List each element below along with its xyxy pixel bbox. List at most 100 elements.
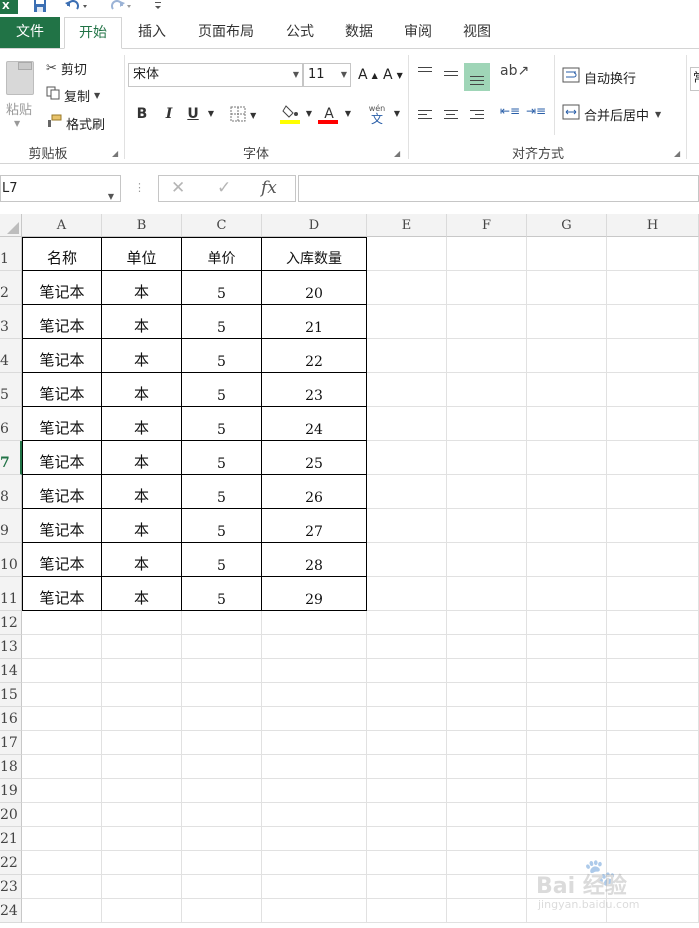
cell-a12[interactable] <box>22 611 102 635</box>
cell-c21[interactable] <box>182 827 262 851</box>
borders-button[interactable]: ▼ <box>228 103 258 125</box>
cell-a24[interactable] <box>22 899 102 923</box>
cell-d3[interactable]: 21 <box>262 305 367 339</box>
alignment-launcher-icon[interactable]: ◢ <box>674 149 680 158</box>
cell-e7[interactable] <box>367 441 447 475</box>
cell-c15[interactable] <box>182 683 262 707</box>
cell-b22[interactable] <box>102 851 182 875</box>
cell-f23[interactable] <box>447 875 527 899</box>
cell-d12[interactable] <box>262 611 367 635</box>
cell-h3[interactable] <box>607 305 699 339</box>
tab-file[interactable]: 文件 <box>0 17 60 48</box>
number-format-select[interactable]: 常 <box>690 67 699 91</box>
align-middle-button[interactable] <box>440 63 462 85</box>
row-header-22[interactable]: 22 <box>0 851 22 875</box>
merge-center-button[interactable]: 合并后居中 ▼ <box>562 103 661 125</box>
cell-f16[interactable] <box>447 707 527 731</box>
font-launcher-icon[interactable]: ◢ <box>394 149 400 158</box>
tab-formulas[interactable]: 公式 <box>278 17 322 48</box>
copy-button[interactable]: 复制 ▼ <box>46 84 100 106</box>
cell-g5[interactable] <box>527 373 607 407</box>
cell-d22[interactable] <box>262 851 367 875</box>
cell-c20[interactable] <box>182 803 262 827</box>
row-header-16[interactable]: 16 <box>0 707 22 731</box>
cell-a2[interactable]: 笔记本 <box>22 271 102 305</box>
cell-g11[interactable] <box>527 577 607 611</box>
chevron-down-icon[interactable]: ▼ <box>204 103 218 125</box>
cell-e22[interactable] <box>367 851 447 875</box>
orientation-button[interactable]: ab↗ <box>500 63 536 85</box>
cell-a1[interactable]: 名称 <box>22 237 102 271</box>
cell-e2[interactable] <box>367 271 447 305</box>
cell-h17[interactable] <box>607 731 699 755</box>
cell-h12[interactable] <box>607 611 699 635</box>
cell-f2[interactable] <box>447 271 527 305</box>
cell-d16[interactable] <box>262 707 367 731</box>
cell-g14[interactable] <box>527 659 607 683</box>
align-top-button[interactable] <box>414 63 436 85</box>
cell-a14[interactable] <box>22 659 102 683</box>
cell-a3[interactable]: 笔记本 <box>22 305 102 339</box>
cell-b12[interactable] <box>102 611 182 635</box>
cell-a17[interactable] <box>22 731 102 755</box>
cell-b23[interactable] <box>102 875 182 899</box>
cell-f3[interactable] <box>447 305 527 339</box>
cell-a20[interactable] <box>22 803 102 827</box>
cell-d10[interactable]: 28 <box>262 543 367 577</box>
cell-h16[interactable] <box>607 707 699 731</box>
customize-qat-icon[interactable] <box>150 0 166 14</box>
cell-c8[interactable]: 5 <box>182 475 262 509</box>
cell-g10[interactable] <box>527 543 607 577</box>
cell-b24[interactable] <box>102 899 182 923</box>
cell-d19[interactable] <box>262 779 367 803</box>
select-all-button[interactable] <box>0 214 22 237</box>
cell-h14[interactable] <box>607 659 699 683</box>
grow-font-button[interactable]: A ▲ <box>358 64 378 86</box>
cell-b20[interactable] <box>102 803 182 827</box>
cell-d14[interactable] <box>262 659 367 683</box>
chevron-down-icon[interactable]: ▼ <box>392 103 402 125</box>
cell-d1[interactable]: 入库数量 <box>262 237 367 271</box>
cell-e13[interactable] <box>367 635 447 659</box>
cell-c10[interactable]: 5 <box>182 543 262 577</box>
cell-f7[interactable] <box>447 441 527 475</box>
cell-h15[interactable] <box>607 683 699 707</box>
column-header-g[interactable]: G <box>527 214 607 237</box>
cell-d8[interactable]: 26 <box>262 475 367 509</box>
wrap-text-button[interactable]: 自动换行 <box>562 66 636 88</box>
bold-button[interactable]: B <box>132 103 152 125</box>
cell-f1[interactable] <box>447 237 527 271</box>
cell-b4[interactable]: 本 <box>102 339 182 373</box>
cell-b3[interactable]: 本 <box>102 305 182 339</box>
cell-g4[interactable] <box>527 339 607 373</box>
cell-b6[interactable]: 本 <box>102 407 182 441</box>
cell-g19[interactable] <box>527 779 607 803</box>
cell-e5[interactable] <box>367 373 447 407</box>
cell-c24[interactable] <box>182 899 262 923</box>
tab-page-layout[interactable]: 页面布局 <box>188 17 264 48</box>
cell-c11[interactable]: 5 <box>182 577 262 611</box>
cell-f11[interactable] <box>447 577 527 611</box>
cell-a22[interactable] <box>22 851 102 875</box>
cell-a5[interactable]: 笔记本 <box>22 373 102 407</box>
cell-h20[interactable] <box>607 803 699 827</box>
row-header-5[interactable]: 5 <box>0 373 22 407</box>
cell-b15[interactable] <box>102 683 182 707</box>
cell-f4[interactable] <box>447 339 527 373</box>
cell-e3[interactable] <box>367 305 447 339</box>
cell-b21[interactable] <box>102 827 182 851</box>
cell-c12[interactable] <box>182 611 262 635</box>
cell-c14[interactable] <box>182 659 262 683</box>
cell-g17[interactable] <box>527 731 607 755</box>
cell-f20[interactable] <box>447 803 527 827</box>
align-left-button[interactable] <box>414 104 436 126</box>
column-header-f[interactable]: F <box>447 214 527 237</box>
row-header-17[interactable]: 17 <box>0 731 22 755</box>
cell-h6[interactable] <box>607 407 699 441</box>
cell-d23[interactable] <box>262 875 367 899</box>
cell-d21[interactable] <box>262 827 367 851</box>
row-header-8[interactable]: 8 <box>0 475 22 509</box>
cell-b19[interactable] <box>102 779 182 803</box>
column-header-h[interactable]: H <box>607 214 699 237</box>
cell-c18[interactable] <box>182 755 262 779</box>
